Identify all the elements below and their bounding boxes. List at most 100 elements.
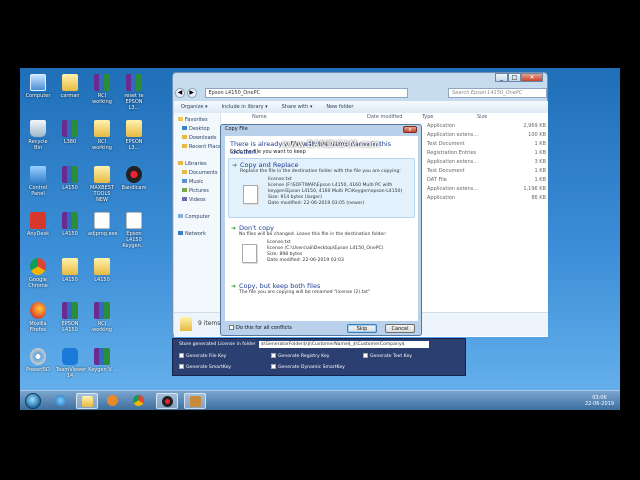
desktop-icon-chrome[interactable]: Google Chrome (24, 258, 52, 289)
desktop-icon-teamviewer[interactable]: TeamViewer 14 (56, 348, 86, 379)
dont-copy-option[interactable]: ➜ Don't copy No files will be changed. L… (228, 222, 415, 276)
desktop-icon-l4150-folder-2[interactable]: L4150 (88, 258, 116, 283)
desktop-icon-anydesk[interactable]: AnyDesk (24, 212, 52, 237)
close-icon[interactable]: ✕ (521, 73, 543, 82)
maximize-icon[interactable]: □ (508, 73, 521, 82)
desktop-icon-adjprog[interactable]: adjprog.exe (88, 212, 117, 237)
generate-text-key-checkbox[interactable]: Generate Text Key (363, 353, 412, 359)
nav-libraries[interactable]: Libraries (178, 161, 207, 167)
column-headers: Name Date modified Type Size (222, 113, 548, 122)
desktop-icon-recycle-bin[interactable]: Recycle Bin (24, 120, 52, 151)
taskbar-chrome-button[interactable] (128, 393, 150, 409)
nav-recent-places[interactable]: Recent Places (182, 144, 224, 150)
nav-music[interactable]: Music (182, 179, 203, 185)
taskbar-bandicam-button[interactable] (156, 393, 178, 409)
downloads-folder-icon (182, 135, 187, 139)
desktop-icon-keygen-rar[interactable]: Keygen V... (88, 348, 116, 373)
desktop-icon-l4150-rar[interactable]: L4150 (56, 166, 84, 191)
keep-both-option[interactable]: ➜ Copy, but keep both files The file you… (228, 280, 415, 302)
chrome-icon (30, 258, 46, 275)
nav-documents[interactable]: Documents (182, 170, 218, 176)
desktop-icon-bandicam[interactable]: Bandicam (120, 166, 148, 191)
desktop-icon-firefox[interactable]: Mozilla Firefox (24, 302, 52, 333)
winrar-icon (94, 74, 110, 91)
firefox-icon (30, 302, 46, 319)
nav-downloads[interactable]: Downloads (182, 135, 216, 141)
taskbar-keygen-button[interactable] (184, 393, 206, 409)
desktop-icon-maxbest[interactable]: MAXBEST TOOLS NEW (88, 166, 116, 203)
desktop-icon-l4150-folder[interactable]: L4150 (56, 258, 84, 283)
desktop-icon-rci-working[interactable]: RCI working (88, 74, 116, 105)
desktop-icon-rci-working-rar[interactable]: RCI working (88, 302, 116, 333)
desktop-icon-carman[interactable]: carman (56, 74, 84, 99)
arrow-right-icon: ➜ (231, 283, 237, 290)
checkbox-icon (363, 353, 368, 358)
cancel-button[interactable]: Cancel (385, 324, 415, 333)
desktop-icon-reset-epson[interactable]: reset te EPSON L3... (120, 74, 148, 111)
nav-network[interactable]: Network (178, 231, 206, 237)
system-clock[interactable]: 03:06 22-06-2019 (585, 395, 614, 407)
desktop-icon-poweriso[interactable]: PowerISO (24, 348, 52, 373)
desktop-icon-l380[interactable]: L380 (56, 120, 84, 145)
copy-and-replace-option[interactable]: ➜ Copy and Replace Replace the file in t… (228, 158, 415, 218)
back-icon[interactable]: ◀ (175, 87, 185, 98)
taskbar: 03:06 22-06-2019 (20, 390, 620, 410)
navigation-pane: Favorites Desktop Downloads Recent Place… (174, 113, 224, 337)
pictures-icon (182, 188, 187, 192)
include-in-library-button[interactable]: Include in library ▾ (222, 104, 268, 110)
bandicam-icon (126, 166, 142, 183)
all-conflicts-checkbox[interactable]: Do this for all conflicts (229, 325, 292, 331)
music-icon (182, 179, 187, 183)
destination-file-info: license.txt license (C:\Users\ali\Deskto… (267, 240, 384, 263)
column-name[interactable]: Name (252, 114, 267, 120)
dialog-close-button[interactable]: x (403, 126, 417, 133)
nav-favorites[interactable]: Favorites (178, 117, 208, 123)
taskbar-ie-button[interactable] (50, 393, 72, 409)
taskbar-media-player-button[interactable] (102, 393, 124, 409)
skip-button[interactable]: Skip (347, 324, 377, 333)
folder-icon (126, 120, 142, 137)
winrar-icon (126, 74, 142, 91)
desktop-icon-computer[interactable]: Computer (24, 74, 52, 99)
desktop-icon-epson-l3-folder[interactable]: EPSON L3... (120, 120, 148, 151)
desktop-icon-rci-working-folder[interactable]: RCI working (88, 120, 116, 151)
forward-icon[interactable]: ▶ (186, 87, 197, 98)
desktop-icon-control-panel[interactable]: Control Panel (24, 166, 52, 197)
checkbox-icon (229, 325, 234, 330)
folder-icon (180, 317, 192, 331)
share-with-button[interactable]: Share with ▾ (282, 104, 313, 110)
nav-pictures[interactable]: Pictures (182, 188, 209, 194)
column-type[interactable]: Type (422, 114, 433, 120)
organize-button[interactable]: Organize ▾ (181, 104, 208, 110)
checkbox-icon (179, 364, 184, 369)
desktop-icon-keygen-doc[interactable]: Epson L4150 Keygen... (120, 212, 148, 249)
column-date-modified[interactable]: Date modified (367, 114, 402, 120)
generate-smartkey-checkbox[interactable]: Generate SmartKey (179, 364, 231, 370)
source-file-info: license.txt license (F:\SOFTWAR\Epson L4… (268, 177, 403, 206)
generate-file-key-checkbox[interactable]: Generate File Key (179, 353, 226, 359)
arrow-right-icon: ➜ (231, 225, 237, 232)
dialog-title: Copy File (225, 126, 248, 132)
start-button[interactable] (25, 393, 41, 409)
desktop-icon-epson-l4150[interactable]: EPSON L4150 (56, 302, 84, 333)
taskbar-explorer-button[interactable] (76, 393, 98, 409)
explorer-titlebar[interactable]: _ □ ✕ (173, 73, 547, 85)
desktop-icon-l4150-rar-2[interactable]: L4150 (56, 212, 84, 237)
nav-computer[interactable]: Computer (178, 214, 210, 220)
generate-registry-key-checkbox[interactable]: Generate Registry Key (271, 353, 330, 359)
minimize-icon[interactable]: _ (495, 73, 508, 82)
dialog-body: There is already a file with the same na… (225, 136, 418, 321)
star-icon (178, 117, 183, 121)
search-input[interactable]: Search Epson L4150_OnePC (448, 87, 547, 98)
documents-icon (182, 170, 187, 174)
column-size[interactable]: Size (477, 114, 487, 120)
nav-videos[interactable]: Videos (182, 197, 206, 203)
generate-dynamic-smartkey-checkbox[interactable]: Generate Dynamic SmartKey (271, 364, 345, 370)
internet-explorer-icon (55, 395, 66, 406)
desktop-folder-icon (182, 126, 187, 130)
store-folder-field[interactable]: $\GeneratorFolder$\$\CustomerName$_$\Cus… (259, 341, 429, 348)
copy-file-dialog: Copy File x There is already a file with… (220, 124, 422, 336)
address-bar[interactable]: Epson L4150_OnePC (204, 87, 409, 98)
new-folder-button[interactable]: New folder (326, 104, 353, 110)
nav-desktop[interactable]: Desktop (182, 126, 210, 132)
